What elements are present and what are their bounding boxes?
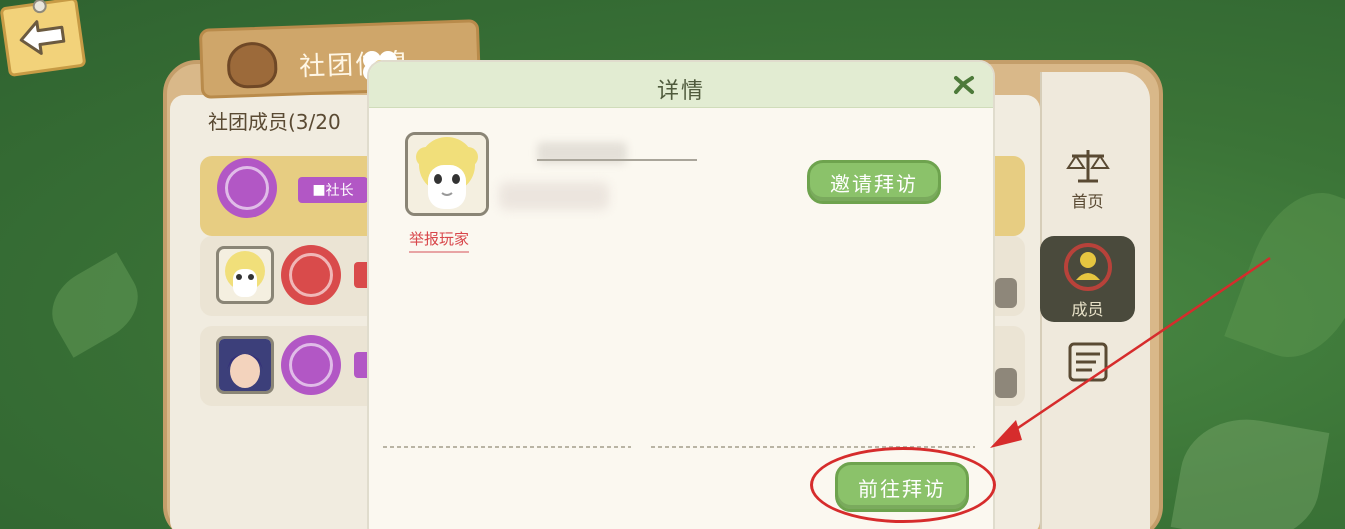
rank-badge-icon <box>217 158 277 218</box>
alpaca-avatar <box>216 246 274 304</box>
club-mascot-icon <box>226 41 278 89</box>
pin-icon <box>31 0 48 15</box>
sidebar-item-home[interactable]: 首页 <box>1040 148 1135 218</box>
name-underline <box>537 159 697 161</box>
divider <box>383 446 631 448</box>
dialog-title: 详情 <box>656 79 705 104</box>
girl-avatar <box>216 336 274 394</box>
members-header: 社团成员(3/20 <box>208 110 341 134</box>
player-id-obscured <box>499 182 609 210</box>
invite-visit-button[interactable]: 邀请拜访 <box>807 160 941 204</box>
rank-badge-icon <box>281 245 341 305</box>
rank-badge-icon <box>281 335 341 395</box>
scale-icon <box>1065 150 1110 183</box>
close-button[interactable] <box>949 72 979 98</box>
dialog-header: 详情 <box>369 62 993 108</box>
annotation-arrow-icon <box>990 256 1271 448</box>
sidebar-item-label: 首页 <box>1071 192 1104 211</box>
close-icon <box>954 76 974 94</box>
back-button[interactable] <box>0 0 87 78</box>
arrow-left-icon <box>19 20 66 55</box>
player-avatar[interactable] <box>405 132 489 216</box>
report-player-link[interactable]: 举报玩家 <box>409 228 470 253</box>
background-leaf <box>38 252 152 358</box>
role-badge: ■ 社长 <box>298 177 368 203</box>
